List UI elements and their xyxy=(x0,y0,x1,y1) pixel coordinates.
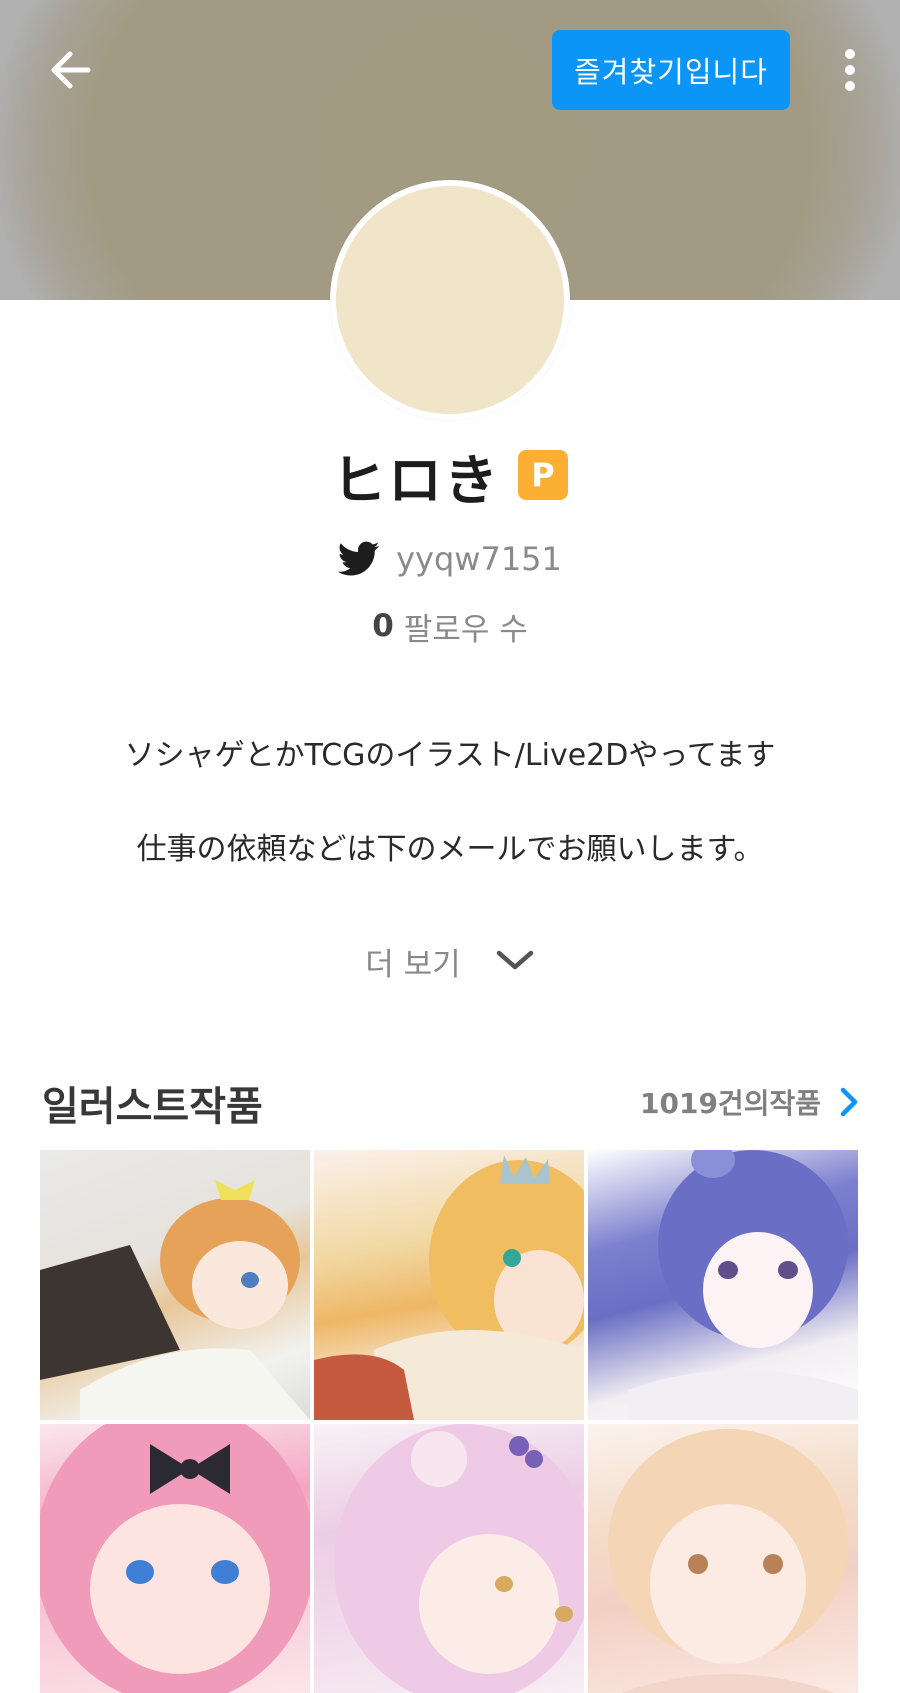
illustration-image xyxy=(334,1424,584,1693)
chevron-right-icon xyxy=(840,1087,858,1117)
more-vertical-icon xyxy=(845,49,855,59)
illustration-image xyxy=(40,1424,310,1693)
arrow-left-icon xyxy=(51,51,91,89)
illustration-image xyxy=(608,1429,848,1693)
followers-row[interactable]: 0 팔로우 수 xyxy=(0,604,900,648)
followers-count: 0 xyxy=(372,608,394,644)
illustration-image xyxy=(40,1180,310,1420)
twitter-link[interactable]: yyqw7151 xyxy=(0,534,900,584)
illustration-thumbnail[interactable] xyxy=(588,1150,858,1420)
illustration-thumbnail[interactable] xyxy=(314,1424,584,1693)
chevron-down-icon xyxy=(496,950,533,970)
more-options-button[interactable] xyxy=(830,40,870,100)
illustration-image xyxy=(314,1155,584,1420)
follow-button[interactable]: 즐겨찾기입니다 xyxy=(552,30,790,110)
back-button[interactable] xyxy=(40,40,100,100)
followers-label: 팔로우 수 xyxy=(403,611,528,648)
name-row: ヒロき P xyxy=(0,440,900,512)
bio-line: 仕事の依頼などは下のメールでお願いします。 xyxy=(136,832,764,867)
show-more-button[interactable]: 더 보기 xyxy=(0,936,900,986)
illustration-thumbnail[interactable] xyxy=(314,1150,584,1420)
show-more-label: 더 보기 xyxy=(365,946,461,983)
all-works-link[interactable]: 1019건의작품 xyxy=(640,1080,859,1124)
illustration-thumbnail[interactable] xyxy=(40,1424,310,1693)
illustration-thumbnail[interactable] xyxy=(40,1150,310,1420)
bio-line: ソシャゲとかTCGのイラスト/Live2Dやってます xyxy=(124,738,776,773)
works-count: 1019건의작품 xyxy=(640,1087,821,1120)
twitter-bird-icon xyxy=(338,541,380,576)
profile-page: 즐겨찾기입니다 ヒロき P yyqw7151 0 팔로우 수 ソシャゲとかTCG… xyxy=(0,0,900,1693)
avatar[interactable] xyxy=(330,180,570,420)
twitter-handle: yyqw7151 xyxy=(396,540,562,578)
illustration-thumbnail[interactable] xyxy=(588,1424,858,1693)
premium-badge: P xyxy=(518,450,568,500)
section-title: 일러스트작품 xyxy=(42,1084,263,1130)
illustration-image xyxy=(628,1150,858,1420)
user-name: ヒロき xyxy=(332,448,500,512)
